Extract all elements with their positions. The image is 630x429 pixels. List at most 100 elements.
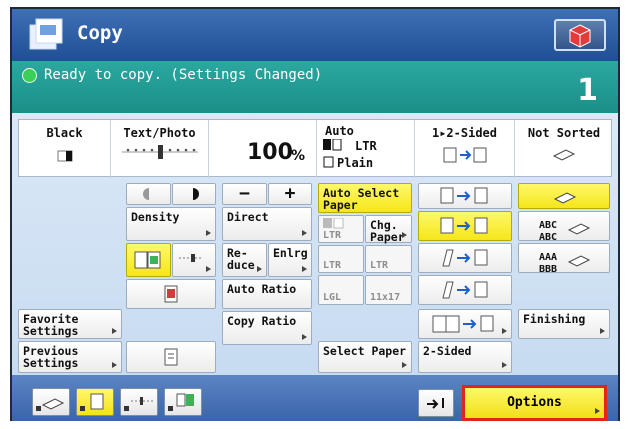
stack-shortcut-icon	[36, 398, 65, 411]
copy-screen: Copy Ready to copy. (Settings Changed) 1…	[10, 7, 620, 421]
copy-app-icon	[29, 18, 63, 50]
auto-select-paper-button[interactable]: Auto Select Paper	[318, 183, 412, 213]
shortcut-finishing-button[interactable]	[32, 388, 70, 416]
not-sorted-icon	[552, 149, 576, 161]
tray-lgl-button[interactable]: LGL	[318, 275, 364, 305]
title-bar: Copy	[12, 9, 618, 61]
options-label: Options	[507, 395, 562, 410]
auto-ratio-button[interactable]: Auto Ratio	[222, 279, 312, 309]
direct-button[interactable]: Direct	[222, 207, 312, 241]
summary-quality-label: Text/Photo	[123, 126, 196, 140]
zoom-plus-button[interactable]: +	[268, 183, 312, 205]
previous-settings-button[interactable]: Previous Settings	[18, 341, 122, 373]
summary-image-quality[interactable]: Text/Photo	[111, 120, 209, 178]
paper-type-icon	[323, 156, 334, 168]
quality-shortcut-icon	[168, 393, 194, 411]
2-to-1-sided-button[interactable]	[418, 275, 512, 305]
previous-settings-label: Previous Settings	[23, 344, 79, 370]
text-photo-mode-button[interactable]	[126, 243, 171, 277]
half-moon-left-icon	[143, 188, 149, 200]
box-icon	[569, 24, 591, 48]
color-photo-icon	[164, 285, 178, 303]
copy-ratio-label: Copy Ratio	[227, 314, 297, 328]
book-simplex-icon	[442, 281, 488, 299]
copy-ratio-button[interactable]: Copy Ratio	[222, 311, 312, 345]
density-shortcut-icon	[124, 397, 153, 411]
tray-lgl-label: LGL	[323, 292, 342, 303]
paper-type: Plain	[337, 156, 374, 170]
book-copy-button[interactable]	[418, 309, 512, 339]
collate-stack-icon	[567, 223, 591, 235]
status-text: Ready to copy. (Settings Changed)	[44, 67, 323, 83]
density-darker-button[interactable]	[172, 183, 216, 205]
reduce-label: Re- duce	[227, 246, 255, 272]
paper-tray-icon	[323, 139, 342, 151]
bottom-bar: Options	[12, 375, 618, 421]
interrupt-button[interactable]	[418, 389, 454, 417]
density-label: Density	[131, 210, 180, 224]
finishing-label: Not Sorted	[527, 126, 601, 140]
enlarge-label: Enlrg	[273, 246, 308, 260]
2-to-2-sided-button[interactable]	[418, 243, 512, 273]
paper-size: LTR	[355, 139, 377, 153]
color-balance-button[interactable]	[126, 279, 216, 309]
sharpness-button[interactable]	[172, 243, 216, 277]
group-stack-icon	[567, 255, 591, 267]
collate-button[interactable]: ABC ABC	[518, 211, 610, 243]
density-scale-icon	[121, 145, 198, 159]
paper-mode: Auto	[325, 124, 354, 138]
summary-sided[interactable]: 1▸2-Sided	[415, 120, 515, 178]
simplex-icon	[440, 187, 488, 204]
shortcut-density-button[interactable]	[120, 388, 158, 416]
shortcut-quality-button[interactable]	[164, 388, 202, 416]
change-paper-label: Chg. Paper	[370, 218, 405, 244]
two-sided-button[interactable]: 2-Sided	[418, 341, 512, 373]
tray-ltr-button[interactable]: LTR	[318, 215, 364, 243]
sided-label: 1▸2-Sided	[431, 126, 498, 140]
density-lighter-button[interactable]	[126, 183, 171, 205]
duplex-icon	[443, 147, 486, 163]
summary-color-label: Black	[46, 126, 83, 140]
summary-color[interactable]: Black	[19, 120, 111, 178]
select-paper-button[interactable]: Select Paper	[318, 341, 412, 373]
service-button[interactable]	[554, 19, 606, 51]
stack-icon	[553, 192, 577, 204]
shortcut-duplex-button[interactable]	[76, 388, 114, 416]
summary-finishing[interactable]: Not Sorted	[515, 120, 613, 178]
1-to-1-sided-button[interactable]	[418, 183, 512, 209]
tray-ltr-2-button[interactable]: LTR	[318, 245, 364, 273]
change-paper-button[interactable]: Chg. Paper	[365, 215, 412, 243]
direct-label: Direct	[227, 210, 269, 224]
tray-icon	[323, 218, 344, 229]
finishing-button[interactable]: Finishing	[518, 309, 610, 339]
tray-ltr-3-label: LTR	[370, 260, 389, 271]
tray-ltr-3-button[interactable]: LTR	[365, 245, 412, 273]
quick-menu-button[interactable]	[126, 341, 216, 373]
sharpness-icon	[179, 254, 203, 262]
options-button[interactable]: Options	[462, 385, 607, 421]
enlarge-button[interactable]: Enlrg	[268, 243, 312, 277]
favorite-settings-button[interactable]: Favorite Settings	[18, 309, 122, 339]
settings-area: Black Text/Photo 100 % Auto LTR Plain 1▸…	[12, 113, 618, 409]
reduce-button[interactable]: Re- duce	[222, 243, 267, 277]
select-paper-label: Select Paper	[323, 344, 407, 358]
1-to-2-sided-button[interactable]	[418, 211, 512, 241]
duplex-shortcut-icon	[80, 393, 104, 411]
summary-zoom[interactable]: 100 %	[209, 120, 317, 178]
text-photo-icon	[134, 251, 161, 269]
duplex-selected-icon	[440, 217, 488, 234]
zoom-minus-button[interactable]: −	[222, 183, 267, 205]
half-moon-right-icon	[193, 188, 199, 200]
minus-label: −	[239, 183, 250, 204]
book-icon	[432, 315, 494, 333]
tray-11x17-button[interactable]: 11x17	[365, 275, 412, 305]
group-button[interactable]: AAA BBB	[518, 243, 610, 275]
summary-paper[interactable]: Auto LTR Plain	[317, 120, 415, 178]
settings-summary: Black Text/Photo 100 % Auto LTR Plain 1▸…	[18, 119, 613, 178]
density-button[interactable]: Density	[126, 207, 216, 241]
zoom-unit: %	[291, 148, 306, 164]
document-icon	[164, 348, 178, 366]
tray-11x17-label: 11x17	[370, 292, 401, 303]
finishing-button-label: Finishing	[523, 312, 586, 326]
not-sorted-button[interactable]	[518, 183, 610, 209]
